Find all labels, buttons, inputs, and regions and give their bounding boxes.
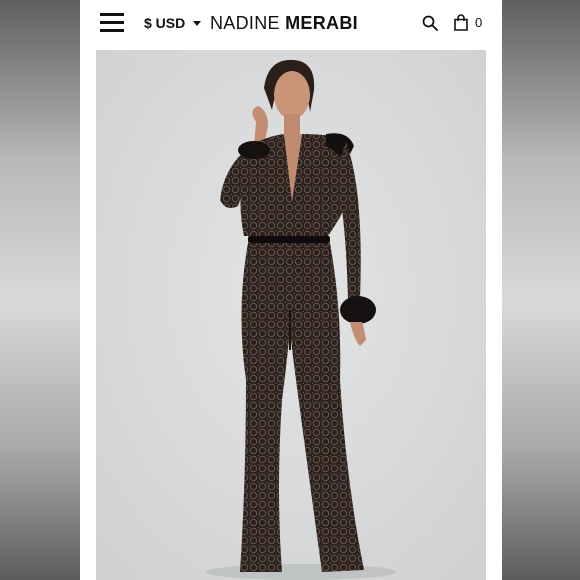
brand-name-first: NADINE <box>210 13 286 33</box>
product-page: $ USD NADINE MERABI 0 <box>80 0 502 580</box>
currency-selector[interactable]: $ USD <box>144 14 202 32</box>
chevron-down-icon <box>193 20 202 26</box>
brand-logo[interactable]: NADINE MERABI <box>210 11 372 35</box>
brand-name-second: MERABI <box>285 13 358 33</box>
left-background-strip <box>0 0 80 580</box>
product-image[interactable] <box>96 50 486 580</box>
site-header: $ USD NADINE MERABI 0 <box>80 0 502 46</box>
search-icon[interactable] <box>422 15 438 31</box>
product-photo <box>96 50 486 580</box>
shopping-bag-icon[interactable] <box>453 14 469 31</box>
hamburger-menu-icon[interactable] <box>100 13 124 33</box>
cart-count[interactable]: 0 <box>475 14 482 31</box>
currency-label: $ USD <box>144 15 186 31</box>
right-background-strip <box>502 0 580 580</box>
